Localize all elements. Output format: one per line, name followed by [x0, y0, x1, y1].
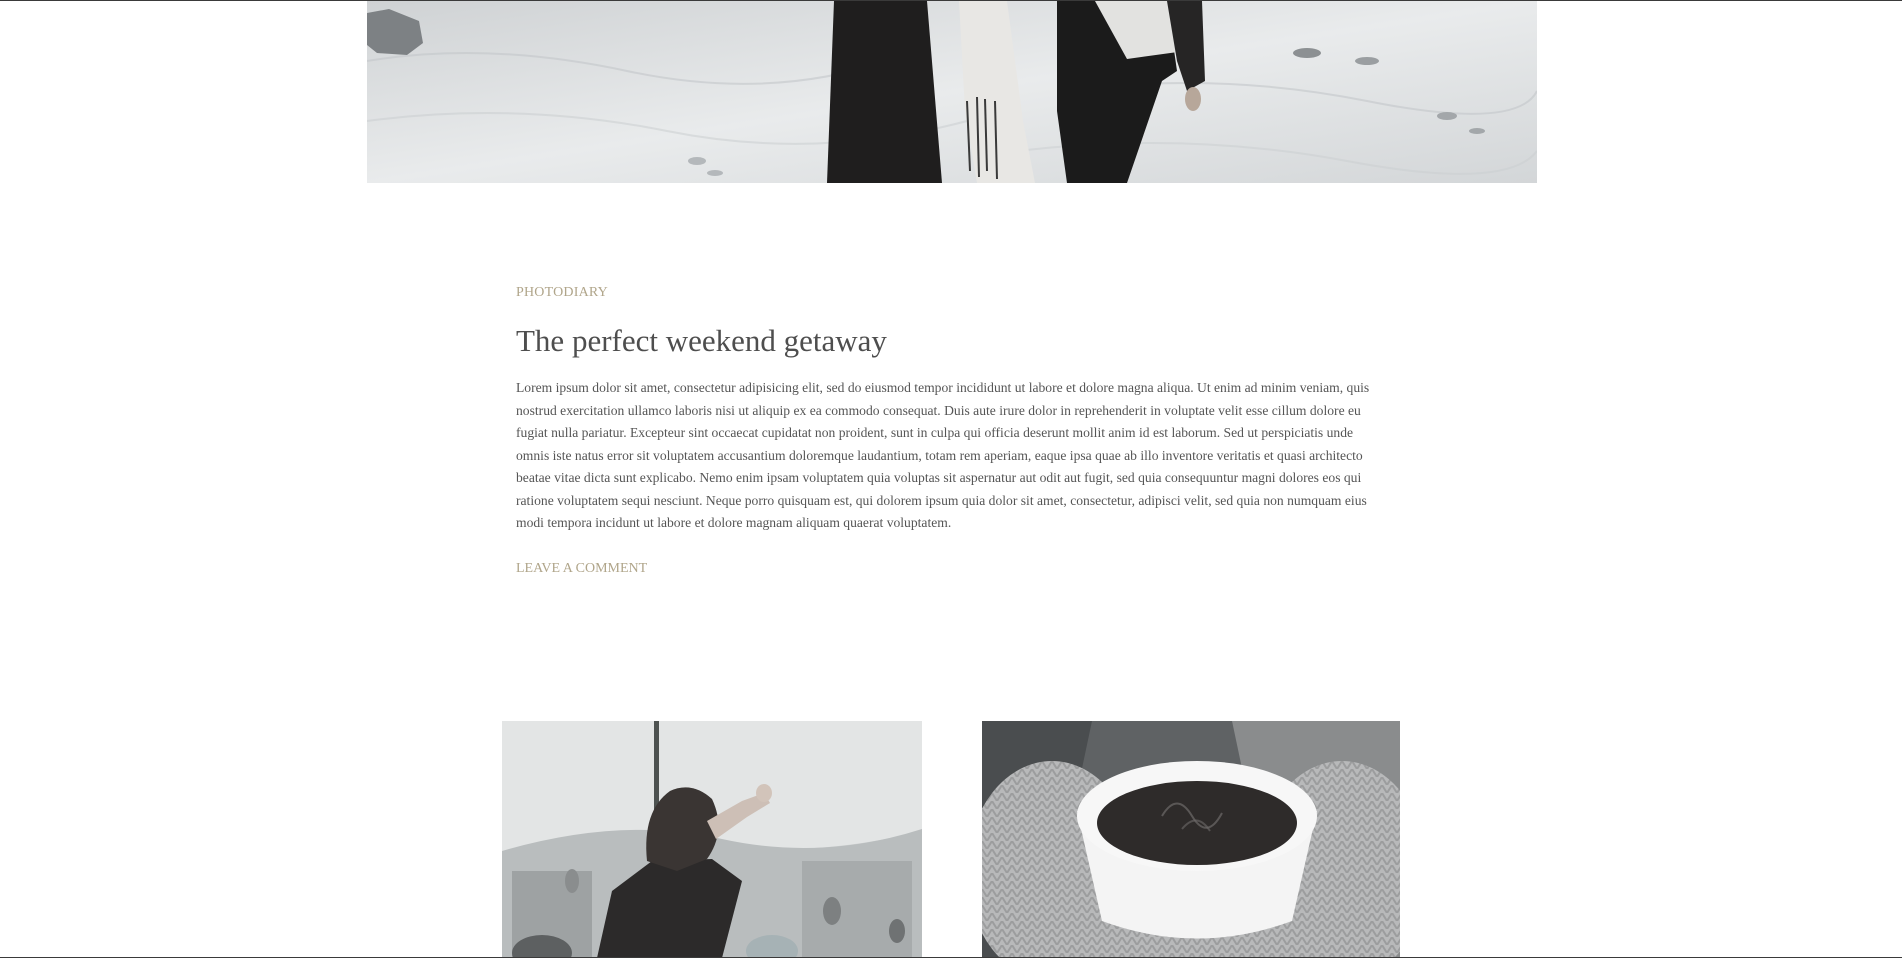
post-thumbnail-coffee[interactable] [982, 721, 1400, 958]
blog-page: PHOTODIARY The perfect weekend getaway L… [0, 0, 1902, 958]
hero-image[interactable] [367, 1, 1537, 183]
post-excerpt: Lorem ipsum dolor sit amet, consectetur … [516, 380, 1370, 530]
blog-post: PHOTODIARY The perfect weekend getaway L… [516, 280, 1386, 580]
post-thumbnail-festival[interactable] [502, 721, 922, 958]
leave-comment-link[interactable]: LEAVE A COMMENT [516, 558, 647, 580]
post-category-link[interactable]: PHOTODIARY [516, 280, 608, 306]
post-title[interactable]: The perfect weekend getaway [516, 322, 1386, 360]
